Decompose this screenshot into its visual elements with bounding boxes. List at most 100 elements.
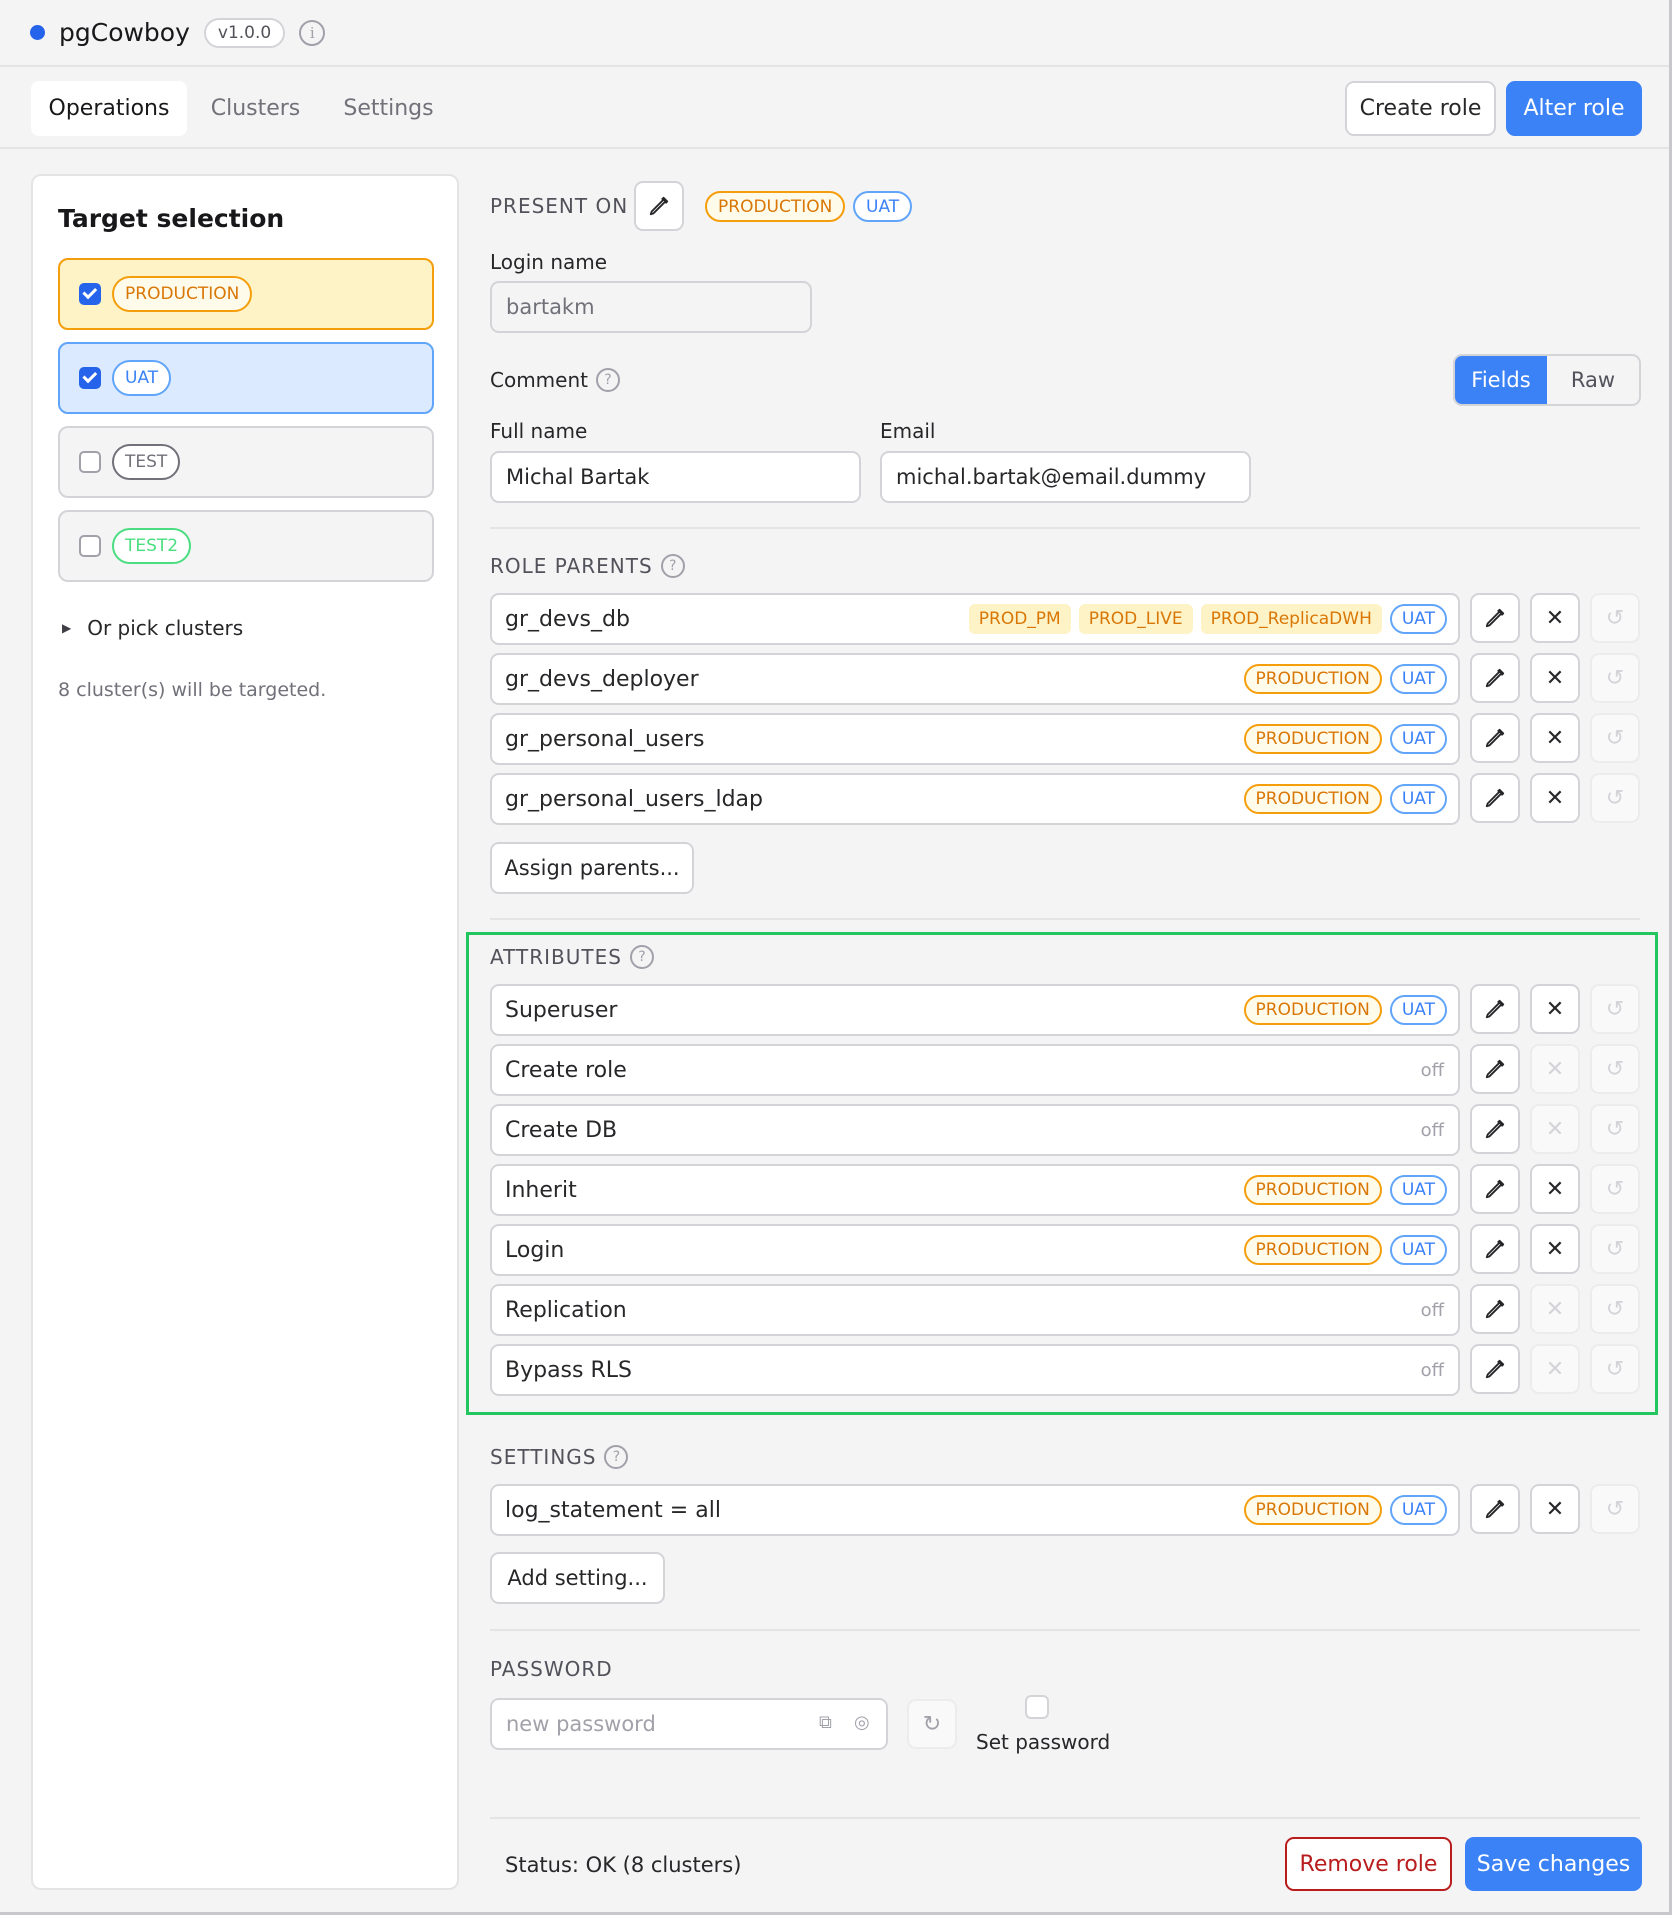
target-test2[interactable]: TEST2 <box>58 510 434 582</box>
raw-mode-button[interactable]: Raw <box>1547 356 1639 404</box>
full-name-label: Full name <box>490 419 588 443</box>
role-parent-row[interactable]: gr_devs_deployer PRODUCTION UAT <box>490 653 1460 705</box>
remove-role-button[interactable]: Remove role <box>1285 1837 1452 1891</box>
remove-button[interactable]: ✕ <box>1530 773 1580 823</box>
target-uat[interactable]: UAT <box>58 342 434 414</box>
role-parent-row[interactable]: gr_personal_users_ldap PRODUCTION UAT <box>490 773 1460 825</box>
present-on-text: PRESENT ON <box>490 194 629 218</box>
remove-button[interactable]: ✕ <box>1530 1104 1580 1154</box>
login-name-input[interactable]: bartakm <box>490 281 812 333</box>
password-input[interactable]: new password ⧉ ◎ <box>490 1698 888 1750</box>
divider <box>490 1629 1640 1631</box>
add-setting-button[interactable]: Add setting... <box>490 1552 665 1604</box>
edit-button[interactable] <box>1470 593 1520 643</box>
test-checkbox[interactable] <box>79 451 101 473</box>
test2-checkbox[interactable] <box>79 535 101 557</box>
remove-button[interactable]: ✕ <box>1530 1484 1580 1534</box>
undo-button[interactable]: ↺ <box>1590 984 1640 1034</box>
create-role-button[interactable]: Create role <box>1345 81 1496 136</box>
edit-button[interactable] <box>1470 1044 1520 1094</box>
attribute-row-name: Create DB <box>505 1117 618 1143</box>
attribute-row[interactable]: Create role off <box>490 1044 1460 1096</box>
uat-checkbox[interactable] <box>79 367 101 389</box>
edit-button[interactable] <box>1470 713 1520 763</box>
attribute-row[interactable]: Create DB off <box>490 1104 1460 1156</box>
undo-icon: ↺ <box>1605 1056 1625 1082</box>
cluster-badge: PROD_PM <box>968 604 1071 634</box>
remove-button[interactable]: ✕ <box>1530 713 1580 763</box>
undo-button[interactable]: ↺ <box>1590 593 1640 643</box>
cluster-badges: PRODUCTION UAT <box>1243 995 1447 1025</box>
eye-icon[interactable]: ◎ <box>854 1712 870 1733</box>
production-badge: PRODUCTION <box>1243 784 1382 814</box>
copy-icon[interactable]: ⧉ <box>819 1712 832 1733</box>
undo-icon: ↺ <box>1605 725 1625 751</box>
undo-button[interactable]: ↺ <box>1590 653 1640 703</box>
help-icon[interactable]: ? <box>660 554 685 578</box>
undo-button[interactable]: ↺ <box>1590 1344 1640 1394</box>
undo-button[interactable]: ↺ <box>1590 713 1640 763</box>
tab-clusters[interactable]: Clusters <box>197 81 314 136</box>
edit-present-on-button[interactable] <box>634 181 684 231</box>
undo-button[interactable]: ↺ <box>1590 1104 1640 1154</box>
attribute-row[interactable]: Inherit PRODUCTION UAT <box>490 1164 1460 1216</box>
role-parent-row-name: gr_personal_users <box>505 726 705 752</box>
help-icon[interactable]: ? <box>596 368 620 392</box>
set-password-checkbox[interactable] <box>1025 1695 1049 1719</box>
production-badge: PRODUCTION <box>1243 724 1382 754</box>
alter-role-button[interactable]: Alter role <box>1506 81 1642 136</box>
cluster-badges: PRODUCTION UAT <box>1243 664 1447 694</box>
pick-clusters-toggle[interactable]: ▶ Or pick clusters <box>62 616 243 640</box>
fields-mode-button[interactable]: Fields <box>1455 356 1547 404</box>
attribute-row[interactable]: Bypass RLS off <box>490 1344 1460 1396</box>
attribute-row-name: Superuser <box>505 997 618 1023</box>
remove-button[interactable]: ✕ <box>1530 1164 1580 1214</box>
remove-button[interactable]: ✕ <box>1530 1044 1580 1094</box>
password-placeholder: new password <box>506 1712 656 1736</box>
present-on-production-badge: PRODUCTION <box>705 191 846 222</box>
role-parent-row[interactable]: gr_personal_users PRODUCTION UAT <box>490 713 1460 765</box>
generate-password-button[interactable]: ↻ <box>907 1699 957 1749</box>
tab-settings[interactable]: Settings <box>330 81 447 136</box>
attribute-row[interactable]: Login PRODUCTION UAT <box>490 1224 1460 1276</box>
save-changes-button[interactable]: Save changes <box>1465 1837 1642 1891</box>
attributes-text: ATTRIBUTES <box>490 945 622 969</box>
undo-button[interactable]: ↺ <box>1590 1164 1640 1214</box>
undo-button[interactable]: ↺ <box>1590 773 1640 823</box>
edit-button[interactable] <box>1470 1104 1520 1154</box>
info-icon[interactable]: i <box>299 19 326 46</box>
title-bar: pgCowboy v1.0.0 i <box>0 0 1669 67</box>
remove-button[interactable]: ✕ <box>1530 1344 1580 1394</box>
target-test[interactable]: TEST <box>58 426 434 498</box>
edit-button[interactable] <box>1470 1164 1520 1214</box>
edit-button[interactable] <box>1470 653 1520 703</box>
remove-button[interactable]: ✕ <box>1530 1224 1580 1274</box>
remove-button[interactable]: ✕ <box>1530 653 1580 703</box>
remove-button[interactable]: ✕ <box>1530 593 1580 643</box>
setting-row[interactable]: log_statement = all PRODUCTION UAT <box>490 1484 1460 1536</box>
edit-button[interactable] <box>1470 1484 1520 1534</box>
help-icon[interactable]: ? <box>629 945 654 969</box>
attribute-row[interactable]: Superuser PRODUCTION UAT <box>490 984 1460 1036</box>
edit-button[interactable] <box>1470 1344 1520 1394</box>
full-name-input[interactable]: Michal Bartak <box>490 451 861 503</box>
remove-button[interactable]: ✕ <box>1530 1284 1580 1334</box>
undo-button[interactable]: ↺ <box>1590 1484 1640 1534</box>
edit-button[interactable] <box>1470 984 1520 1034</box>
edit-button[interactable] <box>1470 1224 1520 1274</box>
undo-button[interactable]: ↺ <box>1590 1284 1640 1334</box>
assign-parents-button[interactable]: Assign parents... <box>490 842 694 894</box>
undo-button[interactable]: ↺ <box>1590 1044 1640 1094</box>
target-production[interactable]: PRODUCTION <box>58 258 434 330</box>
attribute-row[interactable]: Replication off <box>490 1284 1460 1336</box>
role-parent-row[interactable]: gr_devs_db PROD_PM PROD_LIVE PROD_ReplicaDW… <box>490 593 1460 645</box>
help-icon[interactable]: ? <box>604 1445 629 1469</box>
tab-operations[interactable]: Operations <box>31 81 187 136</box>
undo-icon: ↺ <box>1605 785 1625 811</box>
undo-button[interactable]: ↺ <box>1590 1224 1640 1274</box>
remove-button[interactable]: ✕ <box>1530 984 1580 1034</box>
edit-button[interactable] <box>1470 1284 1520 1334</box>
edit-button[interactable] <box>1470 773 1520 823</box>
production-checkbox[interactable] <box>79 283 101 305</box>
email-input[interactable]: michal.bartak@email.dummy <box>880 451 1251 503</box>
